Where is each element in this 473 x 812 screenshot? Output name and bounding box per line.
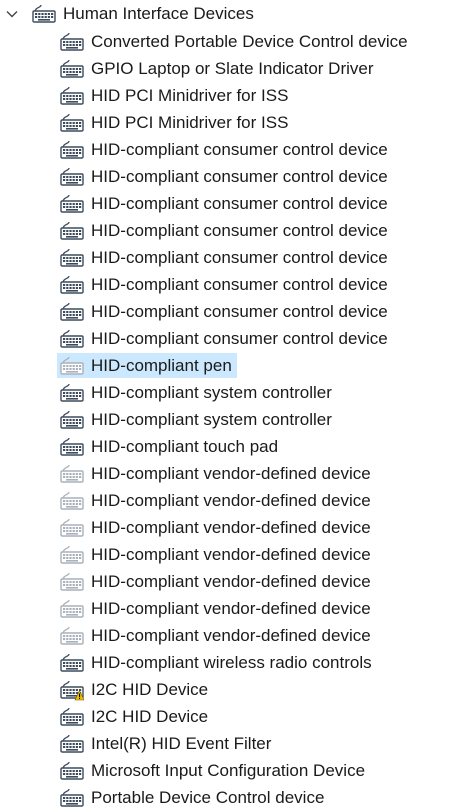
device-label: HID PCI Minidriver for ISS	[91, 113, 289, 132]
device-label: HID-compliant touch pad	[91, 437, 279, 456]
device-row[interactable]: HID PCI Minidriver for ISS	[0, 82, 473, 109]
device-row[interactable]: HID-compliant consumer control device	[0, 190, 473, 217]
hid-device-icon	[60, 274, 84, 296]
device-label: GPIO Laptop or Slate Indicator Driver	[91, 59, 374, 78]
device-label: HID-compliant vendor-defined device	[91, 626, 371, 645]
device-label: HID-compliant vendor-defined device	[91, 599, 371, 618]
device-label: I2C HID Device	[91, 707, 209, 726]
device-label: HID-compliant consumer control device	[91, 194, 388, 213]
device-row[interactable]: HID PCI Minidriver for ISS	[0, 109, 473, 136]
device-row[interactable]: HID-compliant pen	[0, 352, 473, 379]
hid-device-icon	[60, 544, 84, 566]
hid-device-icon	[60, 598, 84, 620]
device-label: HID-compliant consumer control device	[91, 221, 388, 240]
device-label: HID-compliant consumer control device	[91, 275, 388, 294]
device-label: I2C HID Device	[91, 680, 209, 699]
device-label: HID-compliant vendor-defined device	[91, 464, 371, 483]
device-row[interactable]: HID-compliant vendor-defined device	[0, 622, 473, 649]
device-row[interactable]: GPIO Laptop or Slate Indicator Driver	[0, 55, 473, 82]
hid-device-warning-icon	[60, 679, 84, 701]
device-row[interactable]: HID-compliant vendor-defined device	[0, 514, 473, 541]
device-row[interactable]: HID-compliant consumer control device	[0, 325, 473, 352]
device-row[interactable]: Portable Device Control device	[0, 784, 473, 811]
hid-device-icon	[60, 571, 84, 593]
device-label: HID-compliant vendor-defined device	[91, 518, 371, 537]
category-label: Human Interface Devices	[63, 4, 254, 23]
device-label: HID-compliant vendor-defined device	[91, 545, 371, 564]
device-list: Converted Portable Device Control device…	[0, 28, 473, 811]
device-row[interactable]: HID-compliant consumer control device	[0, 136, 473, 163]
device-row[interactable]: HID-compliant consumer control device	[0, 298, 473, 325]
hid-device-icon	[60, 31, 84, 53]
device-label: Microsoft Input Configuration Device	[91, 761, 366, 780]
device-row[interactable]: Microsoft Input Configuration Device	[0, 757, 473, 784]
hid-device-icon	[60, 166, 84, 188]
hid-device-icon	[60, 328, 84, 350]
device-label: HID-compliant consumer control device	[91, 140, 388, 159]
device-row[interactable]: I2C HID Device	[0, 703, 473, 730]
device-label: HID-compliant vendor-defined device	[91, 491, 371, 510]
hid-device-icon	[60, 625, 84, 647]
device-row[interactable]: HID-compliant vendor-defined device	[0, 541, 473, 568]
device-label: HID PCI Minidriver for ISS	[91, 86, 289, 105]
hid-device-icon	[60, 382, 84, 404]
hid-device-icon	[60, 355, 84, 377]
hid-device-icon	[32, 3, 56, 25]
hid-device-icon	[60, 436, 84, 458]
hid-device-icon	[60, 58, 84, 80]
device-row[interactable]: HID-compliant vendor-defined device	[0, 595, 473, 622]
hid-device-icon	[60, 247, 84, 269]
category-row-human-interface-devices[interactable]: Human Interface Devices	[0, 0, 473, 28]
chevron-down-icon[interactable]	[6, 8, 18, 20]
device-label: HID-compliant consumer control device	[91, 248, 388, 267]
device-row[interactable]: HID-compliant vendor-defined device	[0, 487, 473, 514]
hid-device-icon	[60, 706, 84, 728]
device-row[interactable]: HID-compliant consumer control device	[0, 244, 473, 271]
device-label: HID-compliant consumer control device	[91, 329, 388, 348]
device-row[interactable]: HID-compliant vendor-defined device	[0, 460, 473, 487]
hid-device-icon	[60, 220, 84, 242]
device-label: Portable Device Control device	[91, 788, 325, 807]
device-row[interactable]: HID-compliant consumer control device	[0, 271, 473, 298]
device-row[interactable]: HID-compliant consumer control device	[0, 163, 473, 190]
hid-device-icon	[60, 733, 84, 755]
hid-device-icon	[60, 760, 84, 782]
hid-device-icon	[60, 409, 84, 431]
hid-device-icon	[60, 139, 84, 161]
device-row[interactable]: HID-compliant wireless radio controls	[0, 649, 473, 676]
device-row[interactable]: Intel(R) HID Event Filter	[0, 730, 473, 757]
device-row[interactable]: I2C HID Device	[0, 676, 473, 703]
device-label: HID-compliant system controller	[91, 410, 332, 429]
device-row[interactable]: HID-compliant system controller	[0, 379, 473, 406]
hid-device-icon	[60, 112, 84, 134]
device-label: HID-compliant vendor-defined device	[91, 572, 371, 591]
hid-device-icon	[60, 301, 84, 323]
device-label: HID-compliant consumer control device	[91, 167, 388, 186]
device-row[interactable]: HID-compliant touch pad	[0, 433, 473, 460]
hid-device-icon	[60, 652, 84, 674]
device-row[interactable]: HID-compliant vendor-defined device	[0, 568, 473, 595]
device-label: Intel(R) HID Event Filter	[91, 734, 272, 753]
device-label: Converted Portable Device Control device	[91, 32, 408, 51]
hid-device-icon	[60, 463, 84, 485]
device-label: HID-compliant pen	[86, 353, 237, 378]
hid-device-icon	[60, 193, 84, 215]
device-tree: Human Interface Devices Converted Portab…	[0, 0, 473, 811]
device-label: HID-compliant wireless radio controls	[91, 653, 372, 672]
hid-device-icon	[60, 517, 84, 539]
device-label: HID-compliant consumer control device	[91, 302, 388, 321]
hid-device-icon	[60, 787, 84, 809]
device-row[interactable]: HID-compliant consumer control device	[0, 217, 473, 244]
hid-device-icon	[60, 85, 84, 107]
device-row[interactable]: HID-compliant system controller	[0, 406, 473, 433]
device-row[interactable]: Converted Portable Device Control device	[0, 28, 473, 55]
device-label: HID-compliant system controller	[91, 383, 332, 402]
hid-device-icon	[60, 490, 84, 512]
